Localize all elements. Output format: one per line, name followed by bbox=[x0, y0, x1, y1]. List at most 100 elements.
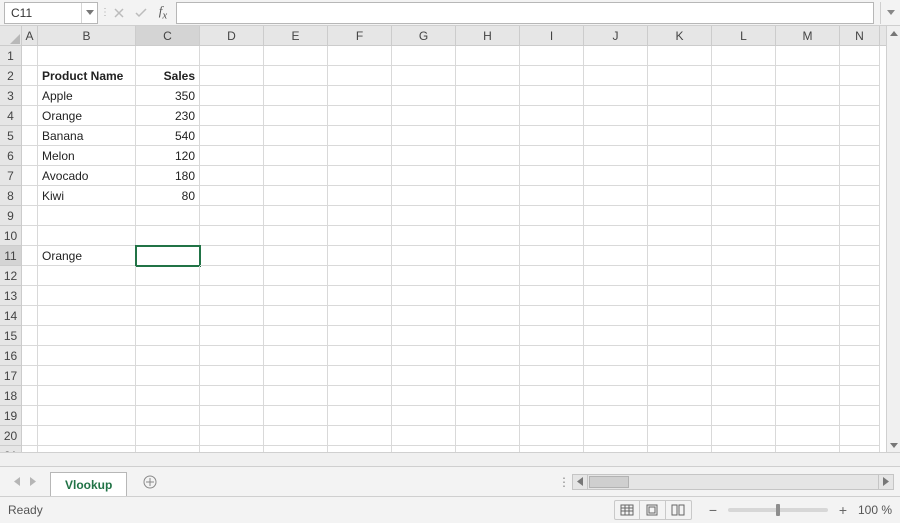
cell[interactable]: 350 bbox=[136, 86, 200, 106]
cell[interactable] bbox=[840, 106, 880, 126]
scroll-down-icon[interactable] bbox=[887, 438, 900, 452]
cell[interactable] bbox=[712, 426, 776, 446]
cell[interactable] bbox=[712, 246, 776, 266]
cell[interactable] bbox=[392, 306, 456, 326]
scroll-left-icon[interactable] bbox=[572, 474, 588, 490]
cell[interactable] bbox=[712, 286, 776, 306]
cell[interactable] bbox=[648, 346, 712, 366]
column-header[interactable]: E bbox=[264, 26, 328, 45]
cell[interactable] bbox=[328, 266, 392, 286]
cell[interactable] bbox=[200, 346, 264, 366]
cell[interactable] bbox=[520, 66, 584, 86]
cell[interactable] bbox=[200, 66, 264, 86]
cell[interactable]: Product Name bbox=[38, 66, 136, 86]
cell[interactable] bbox=[520, 386, 584, 406]
cell[interactable] bbox=[520, 166, 584, 186]
cell[interactable] bbox=[22, 246, 38, 266]
cell[interactable] bbox=[520, 86, 584, 106]
cell[interactable] bbox=[520, 266, 584, 286]
cell[interactable] bbox=[840, 66, 880, 86]
cell[interactable] bbox=[264, 366, 328, 386]
cell[interactable] bbox=[776, 186, 840, 206]
cell[interactable] bbox=[392, 106, 456, 126]
cell[interactable]: Orange bbox=[38, 106, 136, 126]
cell[interactable] bbox=[22, 346, 38, 366]
cell[interactable] bbox=[200, 266, 264, 286]
cell[interactable] bbox=[520, 186, 584, 206]
select-all-button[interactable] bbox=[0, 26, 22, 46]
scroll-right-icon[interactable] bbox=[878, 474, 894, 490]
cell[interactable] bbox=[136, 206, 200, 226]
cell[interactable] bbox=[38, 266, 136, 286]
cell[interactable] bbox=[840, 226, 880, 246]
cell[interactable] bbox=[328, 366, 392, 386]
cell[interactable] bbox=[840, 286, 880, 306]
cell[interactable] bbox=[456, 266, 520, 286]
cell[interactable] bbox=[328, 226, 392, 246]
row-header[interactable]: 2 bbox=[0, 66, 21, 86]
column-header[interactable]: G bbox=[392, 26, 456, 45]
cell[interactable] bbox=[712, 226, 776, 246]
cell[interactable] bbox=[392, 126, 456, 146]
cell[interactable] bbox=[648, 326, 712, 346]
cell[interactable] bbox=[456, 306, 520, 326]
cell[interactable] bbox=[648, 426, 712, 446]
cell[interactable] bbox=[22, 86, 38, 106]
cell[interactable] bbox=[200, 306, 264, 326]
cell[interactable] bbox=[328, 286, 392, 306]
cell[interactable]: Melon bbox=[38, 146, 136, 166]
cell[interactable] bbox=[264, 406, 328, 426]
cell[interactable] bbox=[648, 306, 712, 326]
cell[interactable] bbox=[200, 186, 264, 206]
cell[interactable] bbox=[392, 266, 456, 286]
cell[interactable] bbox=[840, 186, 880, 206]
cell[interactable] bbox=[328, 126, 392, 146]
cell[interactable] bbox=[328, 166, 392, 186]
cell[interactable] bbox=[840, 426, 880, 446]
cell[interactable] bbox=[584, 226, 648, 246]
cell[interactable] bbox=[520, 366, 584, 386]
cell[interactable] bbox=[712, 386, 776, 406]
cell[interactable] bbox=[776, 286, 840, 306]
cell[interactable] bbox=[328, 426, 392, 446]
cell[interactable] bbox=[22, 266, 38, 286]
cell[interactable] bbox=[264, 346, 328, 366]
cell[interactable] bbox=[392, 346, 456, 366]
cell[interactable] bbox=[264, 146, 328, 166]
row-header[interactable]: 12 bbox=[0, 266, 21, 286]
cell[interactable] bbox=[328, 306, 392, 326]
cell[interactable] bbox=[776, 46, 840, 66]
cell[interactable] bbox=[648, 266, 712, 286]
tab-prev-icon[interactable] bbox=[10, 475, 24, 489]
cell[interactable] bbox=[264, 106, 328, 126]
cell[interactable] bbox=[22, 166, 38, 186]
cell[interactable]: Avocado bbox=[38, 166, 136, 186]
cell[interactable] bbox=[328, 346, 392, 366]
zoom-out-button[interactable]: − bbox=[706, 503, 720, 517]
scroll-up-icon[interactable] bbox=[887, 26, 900, 40]
cell[interactable] bbox=[648, 246, 712, 266]
row-header[interactable]: 6 bbox=[0, 146, 21, 166]
cell[interactable] bbox=[38, 286, 136, 306]
cell[interactable] bbox=[840, 326, 880, 346]
tab-scroll-grip[interactable]: ⋮ bbox=[556, 475, 572, 489]
page-break-view-icon[interactable] bbox=[666, 500, 692, 520]
row-header[interactable]: 15 bbox=[0, 326, 21, 346]
cell[interactable] bbox=[648, 166, 712, 186]
cell[interactable] bbox=[264, 386, 328, 406]
cell[interactable] bbox=[776, 106, 840, 126]
cell[interactable] bbox=[38, 226, 136, 246]
cell[interactable] bbox=[264, 426, 328, 446]
column-header[interactable]: I bbox=[520, 26, 584, 45]
cell[interactable] bbox=[264, 246, 328, 266]
row-header[interactable]: 20 bbox=[0, 426, 21, 446]
cell[interactable] bbox=[22, 226, 38, 246]
cell[interactable]: 80 bbox=[136, 186, 200, 206]
cell[interactable]: Apple bbox=[38, 86, 136, 106]
cell[interactable] bbox=[200, 226, 264, 246]
add-sheet-button[interactable] bbox=[137, 467, 163, 496]
cell[interactable] bbox=[584, 126, 648, 146]
cell[interactable] bbox=[840, 246, 880, 266]
cell[interactable] bbox=[584, 286, 648, 306]
cell[interactable] bbox=[776, 86, 840, 106]
